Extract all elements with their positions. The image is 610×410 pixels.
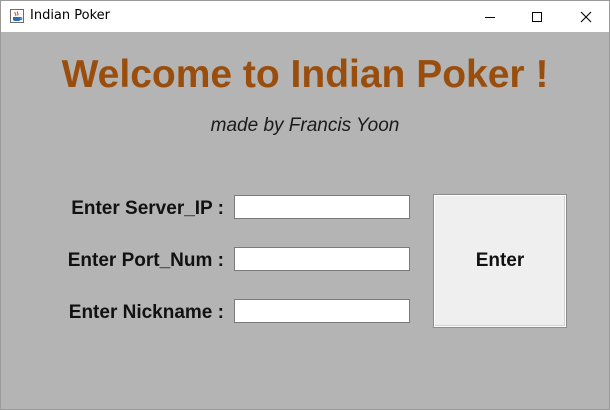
port-num-input[interactable] — [234, 247, 410, 271]
window-title: Indian Poker — [30, 8, 111, 23]
app-window: Indian Poker Welcome to Indian Poker ! m… — [0, 0, 610, 410]
server-ip-input[interactable] — [234, 195, 410, 219]
author-subtitle: made by Francis Yoon — [210, 115, 400, 136]
close-button[interactable] — [563, 1, 609, 32]
port-num-label: Enter Port_Num : — [67, 250, 224, 271]
server-ip-label: Enter Server_IP : — [71, 198, 224, 219]
close-icon — [580, 11, 592, 22]
maximize-button[interactable] — [514, 1, 560, 32]
maximize-icon — [532, 11, 542, 22]
nickname-label: Enter Nickname : — [68, 302, 224, 323]
java-app-icon — [10, 9, 24, 23]
nickname-input[interactable] — [234, 299, 410, 323]
minimize-icon — [485, 16, 495, 18]
welcome-heading: Welcome to Indian Poker ! — [61, 53, 549, 96]
title-bar[interactable]: Indian Poker — [1, 1, 609, 32]
minimize-button[interactable] — [467, 1, 513, 32]
enter-button[interactable]: Enter — [433, 194, 567, 328]
